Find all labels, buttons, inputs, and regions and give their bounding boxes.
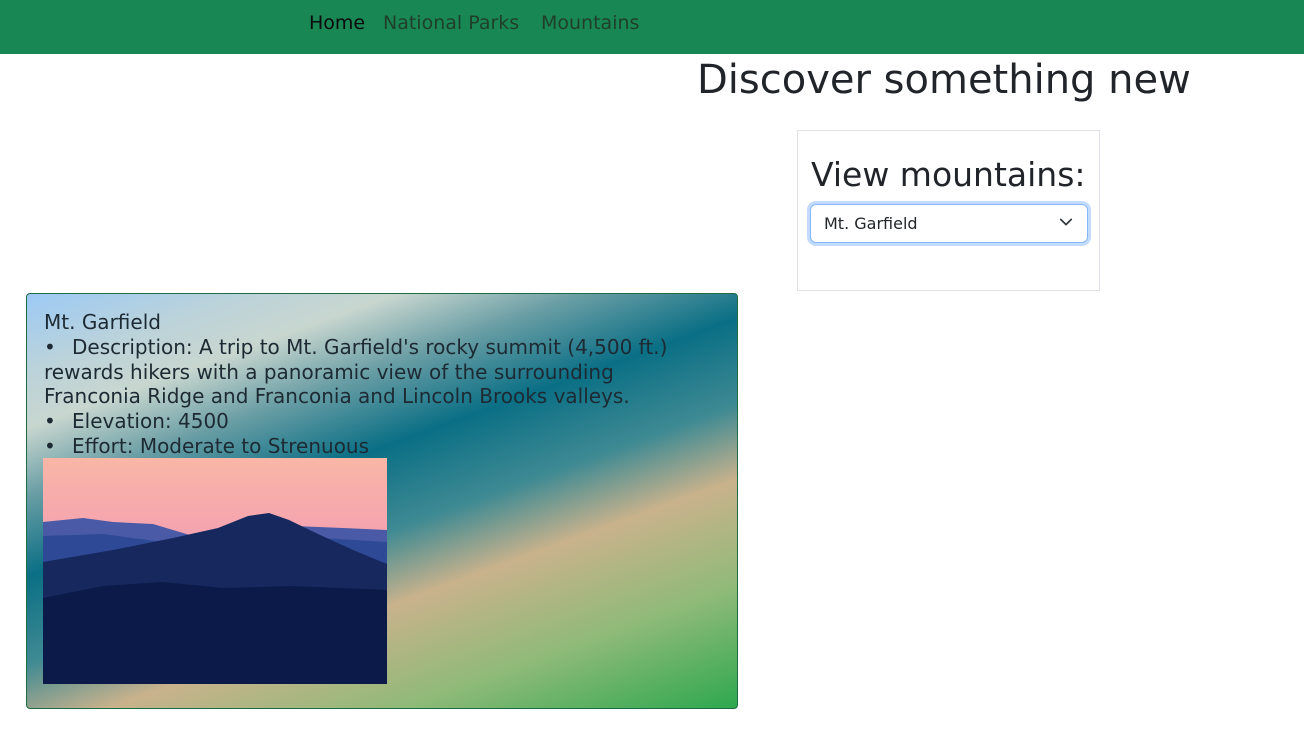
bullet-icon: • [44,409,56,434]
mountain-selector-panel: View mountains: Mt. Garfield [797,130,1100,291]
list-item: • Effort: Moderate to Strenuous [44,434,714,459]
selected-mountain-value: Mt. Garfield [824,214,918,233]
mountain-photo [43,458,387,684]
mountain-description: Description: A trip to Mt. Garfield's ro… [44,335,668,409]
mountain-effort: Effort: Moderate to Strenuous [72,433,370,458]
top-navbar: Home National Parks Mountains [0,0,1304,54]
mountain-elevation: Elevation: 4500 [72,409,229,434]
nav-link-home[interactable]: Home [309,11,365,35]
chevron-down-icon [1059,218,1073,226]
list-item: • Description: A trip to Mt. Garfield's r… [44,335,714,409]
list-item: • Elevation: 4500 [44,409,714,434]
bullet-icon: • [44,335,56,359]
bullet-icon: • [44,433,56,458]
mountain-name: Mt. Garfield [44,310,161,334]
nav-link-mountains[interactable]: Mountains [541,11,639,35]
mountain-card: Mt. Garfield • Description: A trip to Mt.… [26,293,738,709]
selector-label: View mountains: [811,155,1086,194]
nav-link-national-parks[interactable]: National Parks [383,11,519,35]
mountain-details: • Description: A trip to Mt. Garfield's r… [44,335,714,459]
mountain-select[interactable]: Mt. Garfield [810,204,1088,243]
page-title: Discover something new [697,57,1191,103]
